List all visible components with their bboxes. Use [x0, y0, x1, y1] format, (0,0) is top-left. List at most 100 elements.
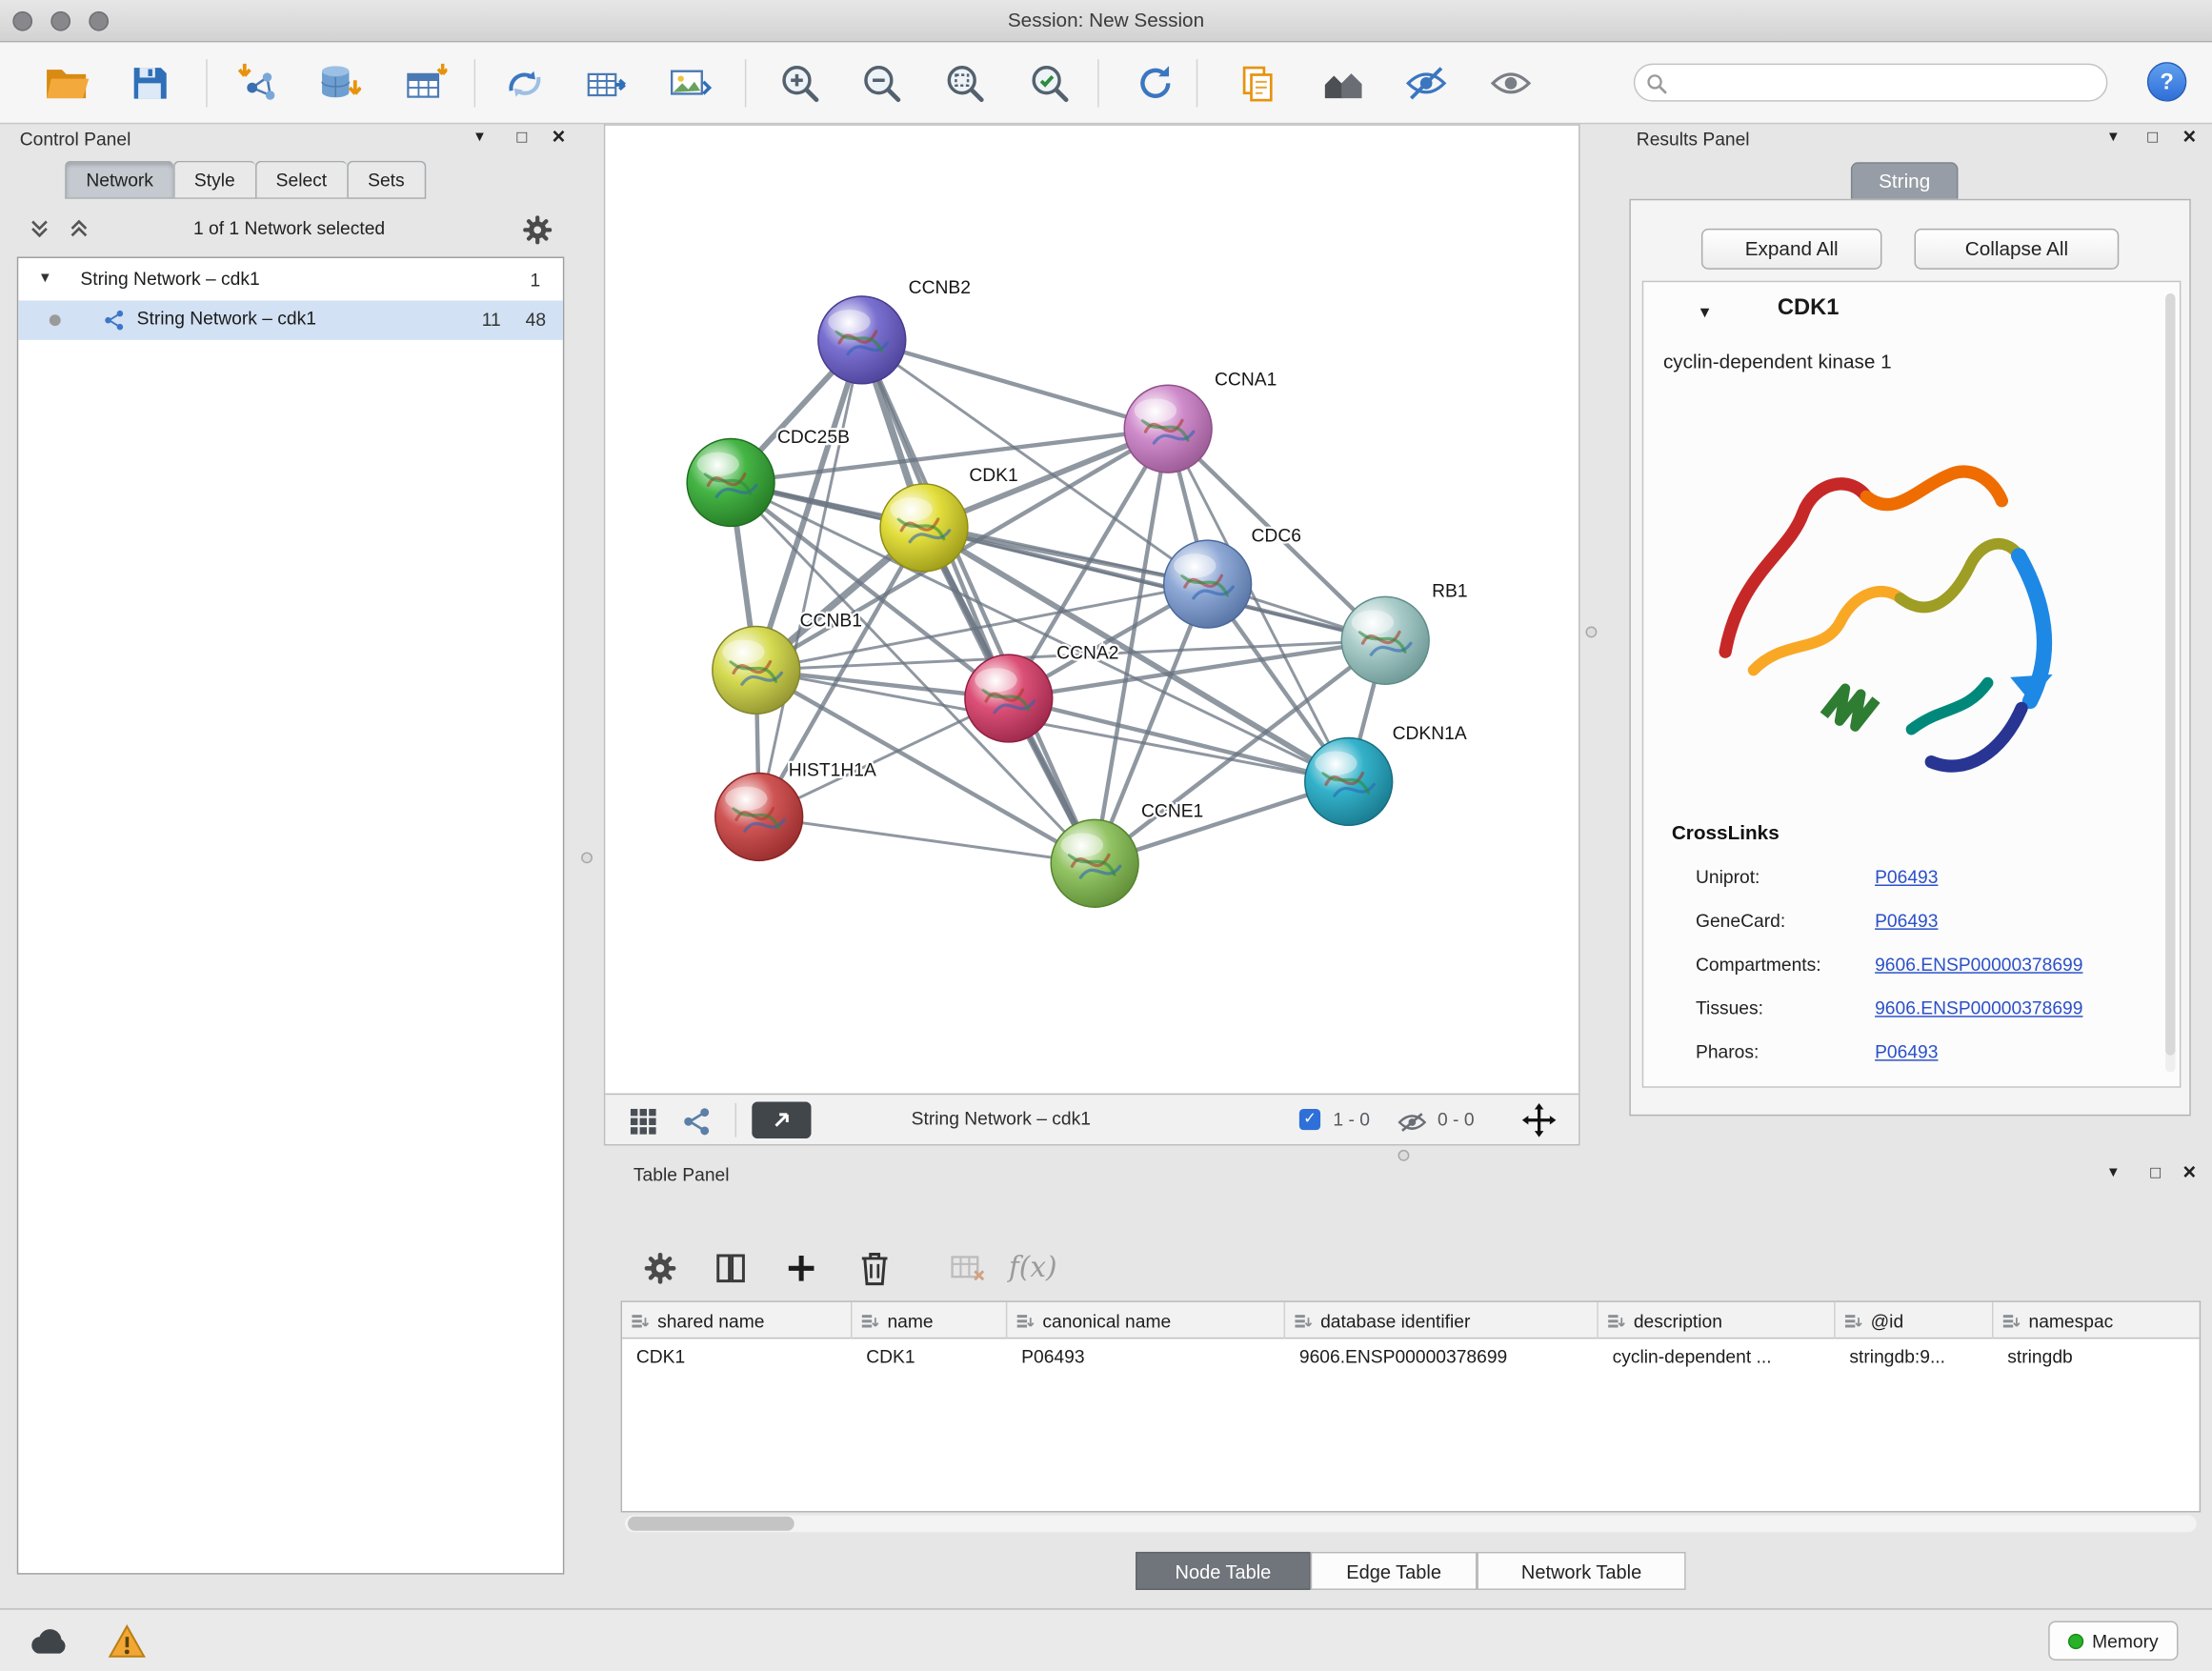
network-node-CCNE1[interactable]: [1051, 819, 1138, 907]
float-panel-icon[interactable]: □: [508, 124, 536, 152]
zoom-out-button[interactable]: [851, 52, 913, 114]
scrollbar-thumb[interactable]: [628, 1517, 794, 1531]
network-edge-CCNB2-HIST1H1A[interactable]: [759, 340, 862, 817]
float-panel-icon[interactable]: □: [2142, 1159, 2170, 1188]
table-cell[interactable]: stringdb: [1993, 1346, 2201, 1367]
save-session-button[interactable]: [118, 52, 180, 114]
network-collection-row[interactable]: ▼ String Network – cdk1 1: [18, 261, 563, 300]
column-header-canonical-name[interactable]: canonical name: [1007, 1302, 1285, 1339]
open-session-button[interactable]: [35, 52, 97, 114]
show-all-button[interactable]: [1479, 52, 1541, 114]
birdseye-view-button[interactable]: [1312, 52, 1374, 114]
section-expander-icon[interactable]: ▼: [1697, 305, 1712, 322]
close-panel-icon[interactable]: ×: [2175, 1159, 2203, 1188]
network-node-RB1[interactable]: [1341, 596, 1429, 684]
network-row[interactable]: String Network – cdk1 11 48: [18, 300, 563, 339]
apply-layout-button[interactable]: [1124, 52, 1186, 114]
warnings-button[interactable]: [99, 1619, 155, 1663]
column-header--id[interactable]: @id: [1836, 1302, 1994, 1339]
zoom-fit-button[interactable]: [934, 52, 995, 114]
import-network-database-button[interactable]: [308, 52, 370, 114]
table-cell[interactable]: P06493: [1007, 1346, 1285, 1367]
column-header-database-identifier[interactable]: database identifier: [1285, 1302, 1599, 1339]
delete-table-button-disabled[interactable]: [947, 1247, 989, 1289]
tab-string[interactable]: String: [1851, 162, 1959, 200]
import-table-file-button[interactable]: [393, 52, 455, 114]
close-panel-icon[interactable]: ×: [2175, 124, 2203, 152]
table-cell[interactable]: cyclin-dependent ...: [1599, 1346, 1836, 1367]
tab-network[interactable]: Network: [65, 161, 173, 199]
collapse-panel-icon[interactable]: ▼: [2100, 1159, 2128, 1188]
close-panel-icon[interactable]: ×: [545, 124, 573, 152]
table-settings-button[interactable]: [639, 1247, 681, 1289]
grid-view-icon[interactable]: [628, 1106, 659, 1137]
import-network-file-button[interactable]: [227, 52, 289, 114]
column-header-shared-name[interactable]: shared name: [622, 1302, 852, 1339]
detach-view-button[interactable]: [752, 1102, 811, 1139]
network-node-CCNB1[interactable]: [713, 627, 800, 715]
tab-node-table[interactable]: Node Table: [1136, 1552, 1311, 1590]
show-columns-button[interactable]: [710, 1247, 752, 1289]
collapse-panel-icon[interactable]: ▼: [2100, 124, 2128, 152]
export-image-button[interactable]: [659, 52, 721, 114]
tab-sets[interactable]: Sets: [347, 161, 426, 199]
gear-icon[interactable]: [522, 214, 553, 246]
float-panel-icon[interactable]: □: [2139, 124, 2167, 152]
tree-expander-icon[interactable]: ▼: [38, 271, 52, 286]
search-input[interactable]: [1675, 67, 2098, 99]
collapse-panel-icon[interactable]: ▼: [466, 124, 494, 152]
splitter-handle[interactable]: [581, 852, 593, 863]
crosslink-link[interactable]: P06493: [1875, 1041, 1938, 1062]
crosslink-link[interactable]: 9606.ENSP00000378699: [1875, 997, 2082, 1018]
network-view-icon[interactable]: [681, 1106, 713, 1137]
crosslink-link[interactable]: 9606.ENSP00000378699: [1875, 954, 2082, 975]
help-button[interactable]: ?: [2147, 62, 2186, 101]
table-cell[interactable]: CDK1: [852, 1346, 1007, 1367]
column-header-namespac[interactable]: namespac: [1993, 1302, 2201, 1339]
memory-button[interactable]: Memory: [2048, 1621, 2178, 1661]
network-edge-HIST1H1A-CCNE1[interactable]: [759, 816, 1095, 863]
network-node-CCNB2[interactable]: [818, 296, 906, 384]
crosslink-link[interactable]: P06493: [1875, 910, 1938, 931]
window-title: Session: New Session: [0, 9, 2212, 31]
network-node-CCNA1[interactable]: [1124, 385, 1212, 473]
node-count: 11: [482, 309, 501, 330]
table-cell[interactable]: stringdb:9...: [1836, 1346, 1994, 1367]
tab-network-table[interactable]: Network Table: [1477, 1552, 1685, 1590]
network-edge-CCNB2-CCNA1[interactable]: [862, 340, 1168, 429]
toolbar-separator: [735, 1103, 736, 1137]
results-scrollbar[interactable]: [2165, 293, 2175, 1072]
network-node-CDKN1A[interactable]: [1305, 737, 1393, 825]
tab-edge-table[interactable]: Edge Table: [1311, 1552, 1478, 1590]
network-node-CCNA2[interactable]: [965, 654, 1053, 742]
crosslink-link[interactable]: P06493: [1875, 866, 1938, 887]
tab-style[interactable]: Style: [173, 161, 255, 199]
table-horizontal-scrollbar[interactable]: [625, 1515, 2197, 1532]
table-cell[interactable]: 9606.ENSP00000378699: [1285, 1346, 1599, 1367]
column-header-description[interactable]: description: [1599, 1302, 1836, 1339]
add-column-button[interactable]: [780, 1247, 822, 1289]
tab-select[interactable]: Select: [254, 161, 346, 199]
collapse-all-button[interactable]: Collapse All: [1915, 229, 2120, 270]
copy-button[interactable]: [1227, 52, 1289, 114]
hide-selected-button[interactable]: [1396, 52, 1458, 114]
table-row[interactable]: CDK1CDK1P064939606.ENSP00000378699cyclin…: [622, 1339, 2200, 1374]
table-cell[interactable]: CDK1: [622, 1346, 852, 1367]
zoom-in-button[interactable]: [769, 52, 831, 114]
zoom-selected-button[interactable]: [1018, 52, 1080, 114]
column-header-name[interactable]: name: [852, 1302, 1007, 1339]
new-network-from-selection-button[interactable]: [493, 52, 555, 114]
splitter-handle[interactable]: [1585, 627, 1597, 638]
function-builder-button[interactable]: f(x): [1009, 1250, 1057, 1284]
clone-network-button[interactable]: [575, 52, 637, 114]
cloud-status-button[interactable]: [20, 1619, 76, 1663]
network-canvas[interactable]: CCNB2CCNA1CDC25BCDK1CDC6RB1CCNB1CCNA2CDK…: [604, 124, 1580, 1093]
network-node-CDK1[interactable]: [880, 484, 968, 572]
expand-all-button[interactable]: Expand All: [1701, 229, 1882, 270]
network-node-HIST1H1A[interactable]: [715, 774, 803, 861]
delete-column-button[interactable]: [854, 1247, 895, 1289]
selection-checkbox[interactable]: ✓: [1299, 1109, 1320, 1130]
network-node-CDC25B[interactable]: [687, 439, 774, 527]
network-node-CDC6[interactable]: [1164, 540, 1252, 628]
pan-crosshair-icon[interactable]: [1522, 1103, 1557, 1137]
